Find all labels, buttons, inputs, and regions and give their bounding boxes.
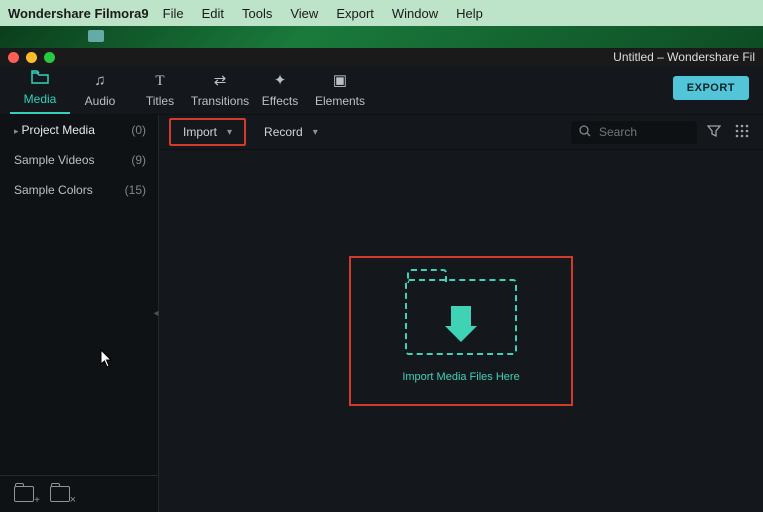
window-traffic-lights [8, 52, 55, 63]
import-dropdown[interactable]: Import ▾ [169, 118, 246, 146]
menu-file[interactable]: File [163, 6, 184, 21]
sidebar-item-label: Sample Colors [14, 183, 93, 197]
main-panel: ◂ Import ▾ Record ▾ [159, 115, 763, 512]
sidebar-item-count: (15) [125, 183, 146, 197]
filter-icon[interactable] [703, 124, 725, 141]
panel-splitter[interactable]: ◂ [153, 301, 159, 327]
chevron-down-icon: ▾ [227, 127, 232, 138]
sidebar-item-sample-videos[interactable]: Sample Videos (9) [0, 145, 158, 175]
tab-media[interactable]: Media [10, 70, 70, 114]
menu-window[interactable]: Window [392, 6, 438, 21]
desktop-wallpaper [0, 26, 763, 48]
add-folder-button[interactable] [14, 486, 34, 502]
tab-elements[interactable]: ▣ Elements [310, 72, 370, 114]
menu-tools[interactable]: Tools [242, 6, 272, 21]
tab-label: Audio [85, 94, 116, 108]
sparkle-icon: ✦ [250, 72, 310, 90]
tab-transitions[interactable]: ⇄ Transitions [190, 72, 250, 114]
media-empty-area: Import Media Files Here [159, 150, 763, 512]
sidebar-item-project-media[interactable]: ▸Project Media (0) [0, 115, 158, 145]
tab-audio[interactable]: ♫ Audio [70, 72, 130, 114]
workarea: ▸Project Media (0) Sample Videos (9) Sam… [0, 115, 763, 512]
folder-icon [10, 70, 70, 88]
export-button[interactable]: EXPORT [673, 76, 749, 100]
search-input[interactable] [597, 124, 689, 140]
menu-edit[interactable]: Edit [202, 6, 224, 21]
text-icon: T [130, 72, 190, 90]
search-box[interactable] [571, 121, 697, 144]
app-body: Media ♫ Audio T Titles ⇄ Transitions ✦ E… [0, 66, 763, 512]
dashed-folder-icon [405, 279, 517, 355]
sidebar-list: ▸Project Media (0) Sample Videos (9) Sam… [0, 115, 158, 475]
window-zoom-button[interactable] [44, 52, 55, 63]
window-minimize-button[interactable] [26, 52, 37, 63]
sidebar-item-label: ▸Project Media [14, 123, 95, 137]
chevron-down-icon: ▾ [313, 127, 318, 138]
desktop-icon [88, 30, 104, 42]
tab-label: Media [24, 92, 57, 106]
mac-menubar: Wondershare Filmora9 File Edit Tools Vie… [0, 0, 763, 26]
dropzone-text: Import Media Files Here [402, 371, 519, 383]
elements-icon: ▣ [310, 72, 370, 90]
import-dropzone[interactable]: Import Media Files Here [349, 256, 573, 406]
menu-view[interactable]: View [290, 6, 318, 21]
music-note-icon: ♫ [70, 72, 130, 90]
delete-folder-button[interactable] [50, 486, 70, 502]
media-toolbar: Import ▾ Record ▾ [159, 115, 763, 150]
import-label: Import [183, 125, 217, 139]
window-close-button[interactable] [8, 52, 19, 63]
record-label: Record [264, 125, 303, 139]
sidebar-item-count: (9) [131, 153, 146, 167]
grid-view-icon[interactable] [731, 124, 753, 141]
sidebar-item-sample-colors[interactable]: Sample Colors (15) [0, 175, 158, 205]
chevron-right-icon: ▸ [14, 126, 19, 136]
tab-titles[interactable]: T Titles [130, 72, 190, 114]
tab-label: Effects [262, 94, 298, 108]
tab-label: Elements [315, 94, 365, 108]
window-title: Untitled – Wondershare Fil [55, 50, 755, 64]
download-arrow-icon [451, 306, 471, 326]
tab-label: Transitions [191, 94, 249, 108]
sidebar-footer [0, 475, 158, 512]
dropzone-inner: Import Media Files Here [402, 279, 519, 383]
record-dropdown[interactable]: Record ▾ [252, 120, 330, 144]
menubar-app-name: Wondershare Filmora9 [8, 6, 149, 21]
tab-label: Titles [146, 94, 174, 108]
sidebar-item-count: (0) [131, 123, 146, 137]
search-icon [579, 125, 591, 140]
sidebar: ▸Project Media (0) Sample Videos (9) Sam… [0, 115, 159, 512]
menu-help[interactable]: Help [456, 6, 483, 21]
tab-effects[interactable]: ✦ Effects [250, 72, 310, 114]
sidebar-item-label: Sample Videos [14, 153, 95, 167]
window-titlebar: Untitled – Wondershare Fil [0, 48, 763, 66]
top-tabs: Media ♫ Audio T Titles ⇄ Transitions ✦ E… [0, 66, 763, 115]
menu-export[interactable]: Export [336, 6, 374, 21]
transitions-icon: ⇄ [190, 72, 250, 90]
